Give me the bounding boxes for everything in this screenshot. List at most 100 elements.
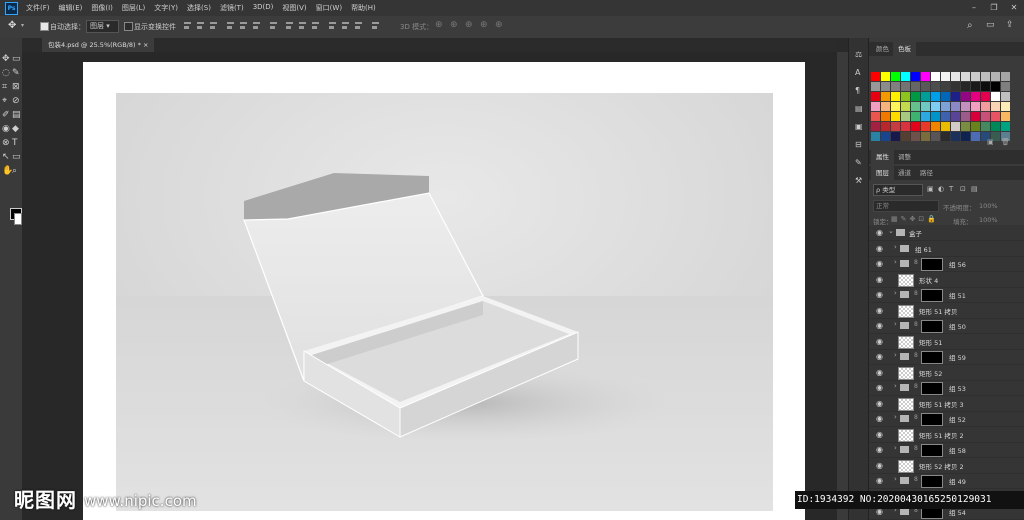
eye-icon[interactable]: ◉: [876, 399, 885, 408]
tab-properties[interactable]: 属性: [871, 150, 894, 164]
color-swatch[interactable]: [901, 112, 910, 121]
color-swatch[interactable]: [951, 72, 960, 81]
align-icon[interactable]: [311, 21, 320, 30]
color-swatch[interactable]: [981, 72, 990, 81]
panel-shortcut-icon[interactable]: ▤: [855, 104, 863, 113]
color-swatch[interactable]: [971, 122, 980, 131]
color-swatch[interactable]: [921, 132, 930, 141]
color-swatch[interactable]: [971, 72, 980, 81]
eye-icon[interactable]: ◉: [876, 337, 885, 346]
panel-shortcut-icon[interactable]: ▣: [855, 122, 863, 131]
tab-channels[interactable]: 通道: [893, 166, 916, 180]
vertical-scrollbar[interactable]: [837, 52, 848, 520]
layer-row[interactable]: ◉ 矩形 52 拷贝 2: [869, 458, 1024, 474]
gradient-tool-icon[interactable]: ⊗: [2, 138, 12, 148]
tab-layers[interactable]: 图层: [871, 166, 894, 180]
color-swatch[interactable]: [891, 72, 900, 81]
layer-row[interactable]: ◉ 矩形 51 拷贝 2: [869, 427, 1024, 443]
color-swatch[interactable]: [911, 82, 920, 91]
search-icon[interactable]: ⌕: [967, 20, 973, 31]
color-swatch[interactable]: [941, 132, 950, 141]
panel-shortcut-icon[interactable]: ✎: [855, 158, 862, 167]
color-swatch[interactable]: [971, 82, 980, 91]
color-swatch[interactable]: [891, 92, 900, 101]
eye-icon[interactable]: ◉: [876, 445, 885, 454]
color-swatch[interactable]: [871, 132, 880, 141]
eye-icon[interactable]: ◉: [876, 368, 885, 377]
color-swatch[interactable]: [941, 122, 950, 131]
align-icon[interactable]: [298, 21, 307, 30]
document-tab[interactable]: 包装4.psd @ 25.5%(RGB/8) * ×: [42, 38, 155, 52]
auto-select-dropdown[interactable]: 图层 ▾: [86, 20, 119, 33]
color-swatch[interactable]: [881, 112, 890, 121]
layer-row[interactable]: ◉ › 8 组 51: [869, 287, 1024, 303]
color-swatch[interactable]: [941, 92, 950, 101]
layer-row[interactable]: ◉ › 8 组 58: [869, 442, 1024, 458]
color-swatch[interactable]: [961, 102, 970, 111]
eyedropper-tool-icon[interactable]: ⌖: [2, 96, 12, 106]
layer-row[interactable]: ◉ 矩形 51: [869, 334, 1024, 350]
menu-item[interactable]: 窗口(W): [316, 3, 342, 13]
color-swatch[interactable]: [911, 112, 920, 121]
chevron-down-icon[interactable]: ▾: [21, 22, 24, 29]
layer-filter-dropdown[interactable]: ρ 类型: [873, 184, 923, 196]
color-swatch[interactable]: [991, 122, 1000, 131]
align-icon[interactable]: [371, 21, 380, 30]
color-swatch[interactable]: [921, 92, 930, 101]
color-swatch[interactable]: [1001, 82, 1010, 91]
menu-item[interactable]: 文字(Y): [154, 3, 178, 13]
align-icon[interactable]: [239, 21, 248, 30]
menu-item[interactable]: 帮助(H): [351, 3, 376, 13]
color-swatch[interactable]: [891, 122, 900, 131]
panel-shortcut-icon[interactable]: ⊟: [855, 140, 862, 149]
color-swatch[interactable]: [881, 72, 890, 81]
color-swatch[interactable]: [931, 122, 940, 131]
color-swatch[interactable]: [981, 122, 990, 131]
color-swatch[interactable]: [871, 112, 880, 121]
layer-row[interactable]: ◉ › 8 组 56: [869, 256, 1024, 272]
new-swatch-icon[interactable]: ▣: [987, 138, 994, 146]
color-swatch[interactable]: [961, 112, 970, 121]
color-swatch[interactable]: [1001, 112, 1010, 121]
color-swatch[interactable]: [911, 102, 920, 111]
layer-row[interactable]: ◉ › 8 组 49: [869, 473, 1024, 489]
color-swatch[interactable]: [941, 82, 950, 91]
eye-icon[interactable]: ◉: [876, 244, 885, 253]
3d-tool-icon[interactable]: ⊕: [450, 20, 458, 30]
layer-row[interactable]: ◉ › 8 组 50: [869, 318, 1024, 334]
color-swatch[interactable]: [981, 102, 990, 111]
auto-select-checkbox[interactable]: [40, 22, 49, 31]
eye-icon[interactable]: ◉: [876, 306, 885, 315]
filter-icon[interactable]: ⊡: [960, 185, 966, 193]
align-icon[interactable]: [252, 21, 261, 30]
chevron-right-icon[interactable]: ›: [894, 382, 897, 390]
color-swatch[interactable]: [931, 92, 940, 101]
color-swatch[interactable]: [991, 112, 1000, 121]
color-swatch[interactable]: [931, 102, 940, 111]
color-swatch[interactable]: [931, 82, 940, 91]
stamp-tool-icon[interactable]: ▤: [12, 110, 22, 120]
color-swatch[interactable]: [921, 72, 930, 81]
color-swatch[interactable]: [991, 92, 1000, 101]
chevron-right-icon[interactable]: ›: [894, 258, 897, 266]
color-swatch[interactable]: [871, 82, 880, 91]
tab-adjustments[interactable]: 调整: [893, 150, 916, 164]
layer-row[interactable]: ◉ › 8 组 52: [869, 411, 1024, 427]
color-swatch[interactable]: [911, 92, 920, 101]
box-mockup-image[interactable]: [116, 93, 773, 511]
filter-icon[interactable]: ▤: [971, 185, 978, 193]
layer-row[interactable]: ◉ 形状 4: [869, 272, 1024, 288]
fill-value[interactable]: 100%: [979, 216, 998, 224]
color-swatch[interactable]: [951, 122, 960, 131]
align-icon[interactable]: [354, 21, 363, 30]
align-icon[interactable]: [183, 21, 192, 30]
text-tool-icon[interactable]: ✋: [2, 166, 13, 176]
align-icon[interactable]: [226, 21, 235, 30]
move-tool-icon[interactable]: ✥: [8, 20, 16, 31]
color-swatch[interactable]: [891, 82, 900, 91]
crop-tool-icon[interactable]: ⌗: [2, 82, 12, 92]
color-swatch[interactable]: [921, 112, 930, 121]
eye-icon[interactable]: ◉: [876, 383, 885, 392]
color-swatch[interactable]: [881, 122, 890, 131]
quick-select-tool-icon[interactable]: ✎: [12, 68, 22, 78]
